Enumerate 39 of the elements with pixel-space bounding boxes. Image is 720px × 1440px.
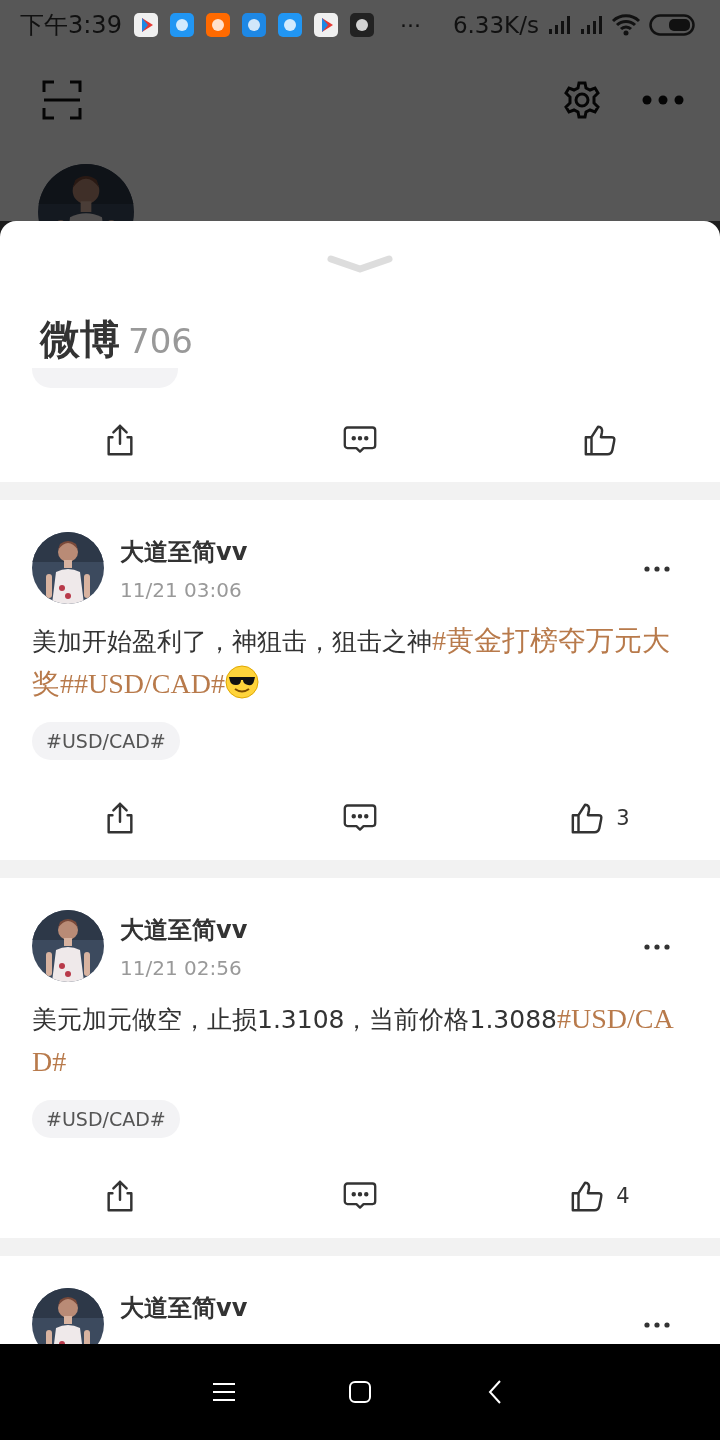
signal-icon: [578, 14, 603, 36]
author-name[interactable]: 大道至简vv: [120, 1292, 628, 1324]
author-name[interactable]: 大道至简vv: [120, 536, 628, 568]
sheet-title: 微博: [40, 315, 120, 364]
thumbs-up-icon[interactable]: [570, 1179, 605, 1213]
app-notification-icon: [133, 13, 158, 37]
author-name[interactable]: 大道至简vv: [120, 914, 628, 946]
status-more: ···: [399, 12, 421, 38]
collapse-handle-icon[interactable]: [326, 254, 394, 274]
network-speed: 6.33K/s: [452, 12, 539, 38]
more-icon[interactable]: [644, 566, 670, 572]
app-notification-icon: [349, 13, 374, 37]
more-icon[interactable]: [644, 944, 670, 950]
sunglasses-emoji-icon: [224, 665, 259, 699]
wifi-icon: [610, 13, 641, 37]
like-count: 3: [616, 806, 630, 830]
topic-tag[interactable]: #USD/CAD#: [32, 722, 180, 760]
settings-icon[interactable]: [562, 80, 602, 120]
menu-icon[interactable]: [212, 1380, 236, 1404]
thumbs-up-icon[interactable]: [570, 801, 605, 835]
app-notification-icon: [313, 13, 338, 37]
app-notification-icon: [241, 13, 266, 37]
app-notification-icon: [205, 13, 230, 37]
home-icon[interactable]: [348, 1380, 372, 1404]
battery-icon: [648, 14, 695, 36]
more-icon[interactable]: [644, 1322, 670, 1328]
app-notification-icon: [277, 13, 302, 37]
post-time: 11/21 02:56: [120, 956, 243, 980]
thumbs-up-icon[interactable]: [583, 423, 617, 457]
topic-tag[interactable]: #USD/CAD#: [32, 1100, 180, 1138]
signal-icon: [546, 14, 571, 36]
post-count: 706: [128, 321, 193, 361]
post-text: 美元加元做空，止损1.3108，当前价格1.3088#USD/CAD#: [32, 1002, 675, 1079]
like-count: 4: [616, 1184, 630, 1208]
post-text: 美加开始盈利了，神狙击，狙击之神#黄金打榜夺万元大奖##USD/CAD#: [32, 624, 671, 701]
app-notification-icon: [169, 13, 194, 37]
post-time: 11/21 03:06: [120, 578, 243, 602]
scan-icon[interactable]: [42, 80, 82, 120]
status-time: 下午3:39: [20, 10, 122, 41]
